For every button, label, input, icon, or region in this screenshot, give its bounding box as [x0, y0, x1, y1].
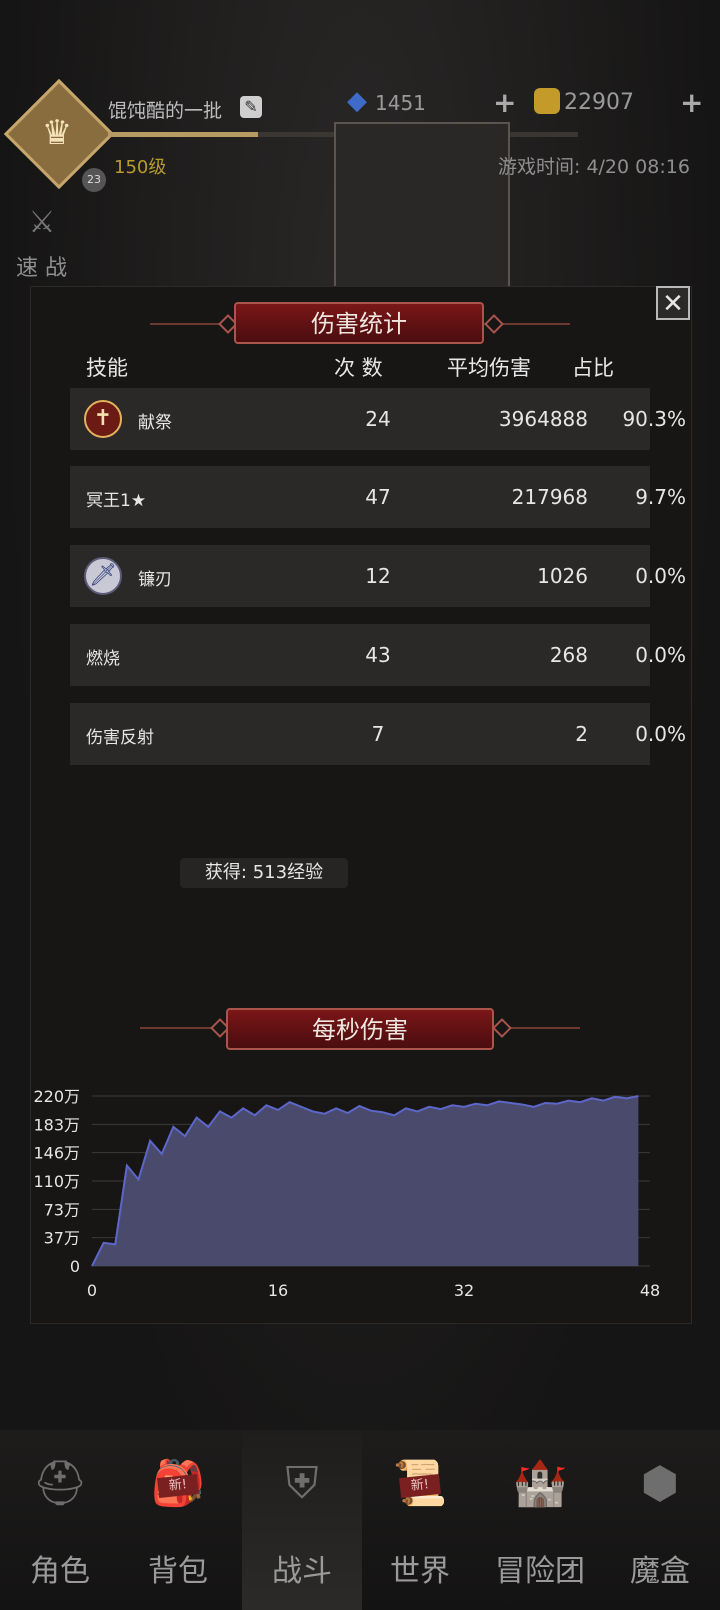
nav-item-magic-box[interactable]: ⬢ 魔盒: [600, 1430, 720, 1610]
new-badge: 新!: [399, 1473, 441, 1499]
gem-count: 1451: [375, 91, 426, 115]
skill-name: 伤害反射: [86, 728, 154, 748]
cube-icon: ⬢: [640, 1458, 680, 1509]
nav-item-adventure-team[interactable]: 🏰 冒险团: [480, 1430, 600, 1610]
avg-damage: 3964888: [498, 407, 588, 431]
nav-item-world[interactable]: 📜 新! 世界: [360, 1430, 480, 1610]
boss-card: [334, 122, 510, 296]
modal-title: 伤害统计: [234, 302, 484, 344]
hit-count: 43: [365, 643, 391, 667]
add-gold-button[interactable]: +: [680, 86, 703, 119]
player-name: 馄饨酷的一批: [108, 100, 223, 122]
nav-item-battle[interactable]: ⛨ 战斗: [242, 1430, 362, 1610]
new-badge: 新!: [157, 1473, 199, 1499]
shield-sword-icon: ⛨: [285, 1458, 319, 1509]
damage-share: 0.0%: [635, 643, 686, 667]
edit-name-icon[interactable]: ✎: [240, 96, 262, 118]
nav-label: 冒险团: [495, 1554, 585, 1589]
skill-name: 献祭: [138, 413, 172, 433]
add-gems-button[interactable]: +: [493, 86, 516, 119]
header-skill: 技能: [86, 356, 128, 380]
gem-icon: ◆: [347, 86, 367, 116]
nav-label: 战斗: [272, 1554, 332, 1589]
table-row: 燃烧 43 268 0.0%: [70, 624, 686, 686]
avg-damage: 217968: [511, 485, 588, 509]
table-row: ✝ 献祭 24 3964888 90.3%: [70, 388, 686, 450]
skill-name: 镰刃: [138, 570, 172, 590]
nav-label: 魔盒: [630, 1554, 690, 1589]
nav-label: 背包: [148, 1554, 208, 1589]
close-button[interactable]: ✕: [656, 286, 690, 320]
avg-damage: 2: [575, 722, 588, 746]
nav-label: 角色: [30, 1554, 90, 1589]
speed-battle-label[interactable]: 速 战: [16, 250, 67, 282]
hit-count: 47: [365, 485, 391, 509]
damage-share: 0.0%: [635, 722, 686, 746]
crown-icon: ♛: [41, 113, 73, 153]
gold-count: 22907: [564, 90, 634, 115]
castle-icon: 🏰: [512, 1458, 568, 1509]
nav-item-backpack[interactable]: 🎒 新! 背包: [118, 1430, 238, 1610]
nav-label: 世界: [390, 1554, 450, 1589]
table-row: 冥王1★ 47 217968 9.7%: [70, 466, 686, 528]
avg-damage: 1026: [537, 564, 588, 588]
nav-item-character[interactable]: ⛑ 角色: [0, 1430, 120, 1610]
avg-damage: 268: [549, 643, 588, 667]
skill-name: 燃烧: [86, 649, 120, 669]
header-count: 次 数: [334, 356, 383, 380]
player-level: 150级: [114, 157, 167, 178]
exp-bar-fill: [108, 132, 258, 137]
hit-count: 7: [371, 722, 385, 746]
bottom-nav: ⛑ 角色 🎒 新! 背包 ⛨ 战斗 📜 新! 世界 🏰 冒险团 ⬢ 魔盒: [0, 1430, 720, 1610]
helmet-icon: ⛑: [32, 1458, 88, 1509]
header-avg-damage: 平均伤害: [447, 356, 531, 380]
damage-share: 90.3%: [622, 407, 686, 431]
damage-share: 9.7%: [635, 485, 686, 509]
gold-icon: [534, 88, 560, 114]
skill-name: 冥王1★: [86, 491, 147, 511]
game-time: 游戏时间: 4/20 08:16: [498, 156, 690, 178]
sacrifice-icon: ✝: [84, 400, 122, 438]
header-share: 占比: [572, 356, 614, 380]
damage-share: 0.0%: [635, 564, 686, 588]
table-row: 🗡 镰刃 12 1026 0.0%: [70, 545, 686, 607]
sword-icon: 🗡: [84, 557, 122, 595]
exp-gain-label: 获得: 513经验: [180, 858, 348, 888]
rank-badge: 23: [82, 168, 106, 192]
top-status-bar: ♛ 23 馄饨酷的一批 ✎ 150级 ◆ 1451 + 22907 + 游戏时间…: [0, 0, 720, 296]
hit-count: 24: [365, 407, 391, 431]
speed-battle-icon[interactable]: ⚔: [22, 205, 62, 245]
hit-count: 12: [365, 564, 391, 588]
table-row: 伤害反射 7 2 0.0%: [70, 703, 686, 765]
dps-title: 每秒伤害: [226, 1008, 494, 1050]
